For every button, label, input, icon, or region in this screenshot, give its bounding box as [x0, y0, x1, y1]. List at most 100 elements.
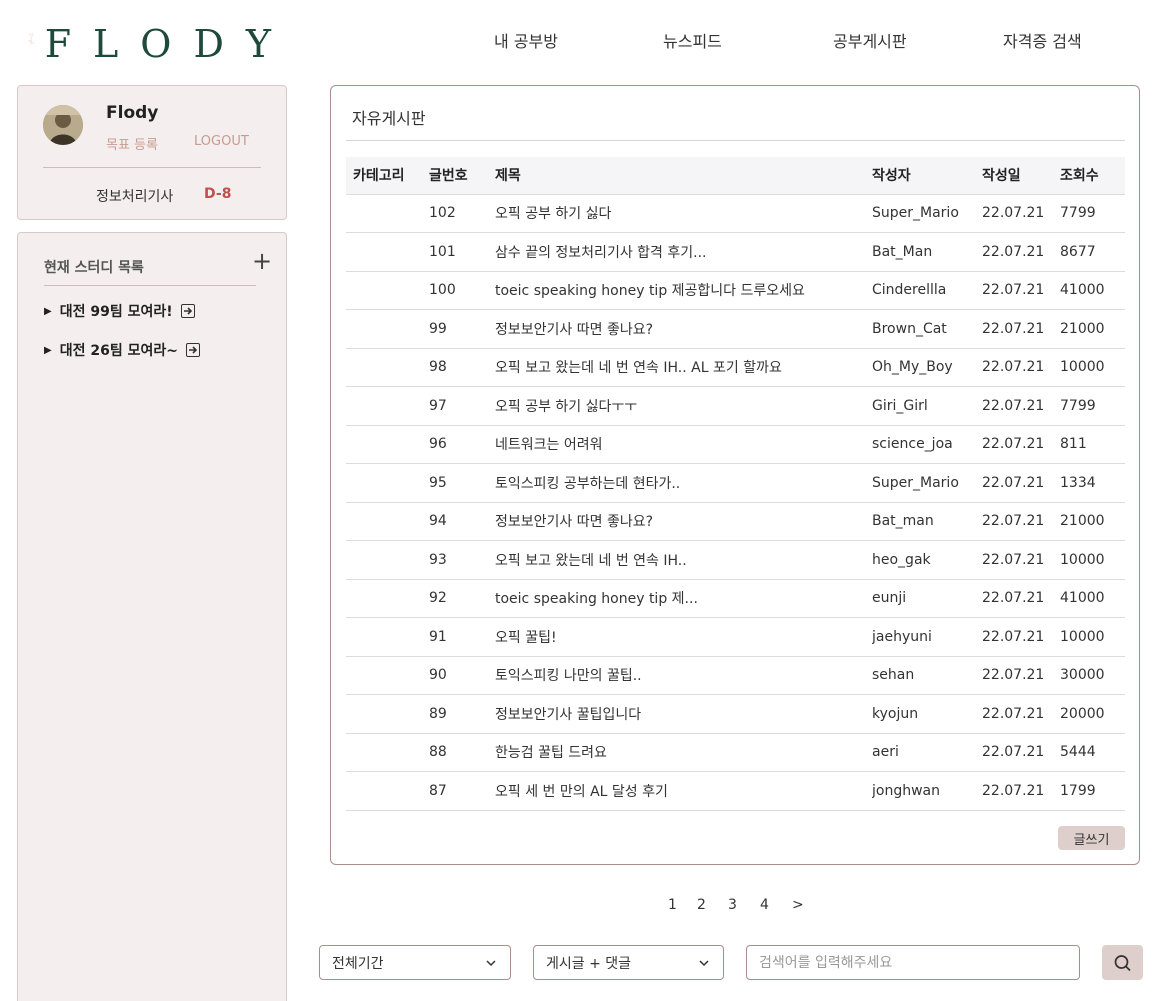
- post-title[interactable]: 토익스피킹 공부하는데 현타가..: [495, 463, 872, 503]
- period-select[interactable]: 전체기간: [319, 945, 511, 980]
- post-views: 7799: [1060, 194, 1125, 233]
- post-date: 22.07.21: [982, 656, 1060, 695]
- column-header-category: 카테고리: [346, 157, 429, 195]
- post-views: 1334: [1060, 463, 1125, 503]
- post-category: [346, 579, 429, 618]
- post-title[interactable]: toeic speaking honey tip 제...: [495, 579, 872, 618]
- post-title[interactable]: 한능검 꿀팁 드려요: [495, 733, 872, 772]
- post-category: [346, 502, 429, 541]
- column-header-number: 글번호: [429, 157, 495, 195]
- post-date: 22.07.21: [982, 733, 1060, 772]
- table-row[interactable]: 102 오픽 공부 하기 싫다 Super_Mario 22.07.21 7799: [346, 194, 1125, 233]
- write-post-button[interactable]: 글쓰기: [1058, 826, 1125, 850]
- nav-item-newsfeed[interactable]: 뉴스피드: [663, 28, 722, 52]
- post-title[interactable]: 정보보안기사 따면 좋나요?: [495, 309, 872, 349]
- post-category: [346, 771, 429, 811]
- posts-table: 카테고리 글번호 제목 작성자 작성일 조회수 102 오픽 공부 하기 싫다 Su…: [346, 157, 1125, 811]
- divider: [44, 285, 256, 286]
- table-row[interactable]: 87 오픽 세 번 만의 AL 달성 후기 jonghwan 22.07.21 1799: [346, 771, 1125, 811]
- post-author: Bat_Man: [872, 232, 982, 272]
- post-number: 96: [429, 425, 495, 464]
- study-list-card: 현재 스터디 목록 + ▶ 대전 99팀 모여라! ▶ 대전 26팀 모여라~: [17, 232, 287, 1001]
- study-item-label: 대전 99팀 모여라!: [59, 304, 173, 320]
- enter-icon[interactable]: [180, 304, 195, 318]
- search-input[interactable]: [746, 945, 1080, 980]
- study-item[interactable]: ▶ 대전 99팀 모여라!: [44, 301, 195, 321]
- divider: [43, 167, 261, 168]
- target-certificate: 정보처리기사: [96, 189, 174, 205]
- post-number: 93: [429, 540, 495, 580]
- triangle-right-icon: ▶: [44, 344, 52, 356]
- post-views: 7799: [1060, 386, 1125, 426]
- post-number: 89: [429, 694, 495, 734]
- next-page-link[interactable]: >: [792, 897, 804, 913]
- post-title[interactable]: toeic speaking honey tip 제공합니다 드루오세요: [495, 271, 872, 310]
- page-link-1[interactable]: 1: [668, 897, 677, 913]
- post-title[interactable]: 오픽 공부 하기 싫다: [495, 194, 872, 233]
- post-author: sehan: [872, 656, 982, 695]
- tulip-icon: [28, 33, 35, 45]
- post-author: Bat_man: [872, 502, 982, 541]
- post-number: 102: [429, 194, 495, 233]
- table-row[interactable]: 93 오픽 보고 왔는데 네 번 연속 IH.. heo_gak 22.07.21 10…: [346, 540, 1125, 580]
- table-row[interactable]: 90 토익스피킹 나만의 꿀팁.. sehan 22.07.21 30000: [346, 656, 1125, 695]
- table-row[interactable]: 98 오픽 보고 왔는데 네 번 연속 IH.. AL 포기 할까요 Oh_My_B…: [346, 348, 1125, 387]
- post-date: 22.07.21: [982, 771, 1060, 811]
- goal-register-link[interactable]: 목표 등록: [106, 134, 158, 153]
- scope-select[interactable]: 게시글 + 댓글: [533, 945, 724, 980]
- column-header-views: 조회수: [1060, 157, 1125, 195]
- table-row[interactable]: 99 정보보안기사 따면 좋나요? Brown_Cat 22.07.21 21000: [346, 309, 1125, 349]
- table-row[interactable]: 101 삼수 끝의 정보처리기사 합격 후기... Bat_Man 22.07.21 8…: [346, 232, 1125, 272]
- search-button[interactable]: [1102, 945, 1143, 980]
- post-date: 22.07.21: [982, 425, 1060, 464]
- table-row[interactable]: 100 toeic speaking honey tip 제공합니다 드루오세요 C…: [346, 271, 1125, 310]
- post-title[interactable]: 삼수 끝의 정보처리기사 합격 후기...: [495, 232, 872, 272]
- nav-item-certificate-search[interactable]: 자격증 검색: [1003, 28, 1082, 52]
- table-row[interactable]: 89 정보보안기사 꿀팁입니다 kyojun 22.07.21 20000: [346, 694, 1125, 734]
- post-author: Super_Mario: [872, 194, 982, 233]
- study-item[interactable]: ▶ 대전 26팀 모여라~: [44, 340, 200, 360]
- post-author: jonghwan: [872, 771, 982, 811]
- nav-item-my-study-room[interactable]: 내 공부방: [494, 28, 558, 52]
- table-row[interactable]: 96 네트워크는 어려워 science_joa 22.07.21 811: [346, 425, 1125, 464]
- scope-select-value: 게시글 + 댓글: [546, 955, 632, 972]
- page-link-2[interactable]: 2: [697, 897, 706, 913]
- nav-item-study-board[interactable]: 공부게시판: [833, 28, 907, 52]
- post-category: [346, 386, 429, 426]
- post-category: [346, 348, 429, 387]
- main-nav: 내 공부방 뉴스피드 공부게시판 자격증 검색: [494, 28, 1154, 52]
- brand-logo[interactable]: FLODY: [28, 6, 293, 72]
- profile-card: Flody 목표 등록 LOGOUT 정보처리기사 D-8: [17, 85, 287, 220]
- post-title[interactable]: 오픽 보고 왔는데 네 번 연속 IH..: [495, 540, 872, 580]
- post-title[interactable]: 오픽 꿀팁!: [495, 617, 872, 657]
- post-title[interactable]: 토익스피킹 나만의 꿀팁..: [495, 656, 872, 695]
- post-title[interactable]: 오픽 세 번 만의 AL 달성 후기: [495, 771, 872, 811]
- table-row[interactable]: 95 토익스피킹 공부하는데 현타가.. Super_Mario 22.07.21 13…: [346, 463, 1125, 503]
- post-title[interactable]: 오픽 공부 하기 싫다ㅜㅜ: [495, 386, 872, 426]
- post-title[interactable]: 오픽 보고 왔는데 네 번 연속 IH.. AL 포기 할까요: [495, 348, 872, 387]
- post-date: 22.07.21: [982, 348, 1060, 387]
- chevron-down-icon: [699, 960, 709, 967]
- post-title[interactable]: 정보보안기사 따면 좋나요?: [495, 502, 872, 541]
- table-row[interactable]: 92 toeic speaking honey tip 제... eunji 22.0…: [346, 579, 1125, 618]
- avatar[interactable]: [43, 105, 83, 145]
- post-views: 30000: [1060, 656, 1125, 695]
- post-author: science_joa: [872, 425, 982, 464]
- table-row[interactable]: 91 오픽 꿀팁! jaehyuni 22.07.21 10000: [346, 617, 1125, 657]
- post-title[interactable]: 정보보안기사 꿀팁입니다: [495, 694, 872, 734]
- post-category: [346, 733, 429, 772]
- page-link-3[interactable]: 3: [728, 897, 737, 913]
- logout-link[interactable]: LOGOUT: [194, 134, 249, 149]
- table-row[interactable]: 88 한능검 꿀팁 드려요 aeri 22.07.21 5444: [346, 733, 1125, 772]
- post-number: 98: [429, 348, 495, 387]
- plus-icon[interactable]: +: [252, 249, 272, 273]
- page-link-4[interactable]: 4: [760, 897, 769, 913]
- table-row[interactable]: 97 오픽 공부 하기 싫다ㅜㅜ Giri_Girl 22.07.21 7799: [346, 386, 1125, 426]
- enter-icon[interactable]: [185, 343, 200, 357]
- post-title[interactable]: 네트워크는 어려워: [495, 425, 872, 464]
- post-category: [346, 617, 429, 657]
- post-category: [346, 425, 429, 464]
- post-date: 22.07.21: [982, 232, 1060, 272]
- post-views: 811: [1060, 425, 1125, 464]
- table-row[interactable]: 94 정보보안기사 따면 좋나요? Bat_man 22.07.21 21000: [346, 502, 1125, 541]
